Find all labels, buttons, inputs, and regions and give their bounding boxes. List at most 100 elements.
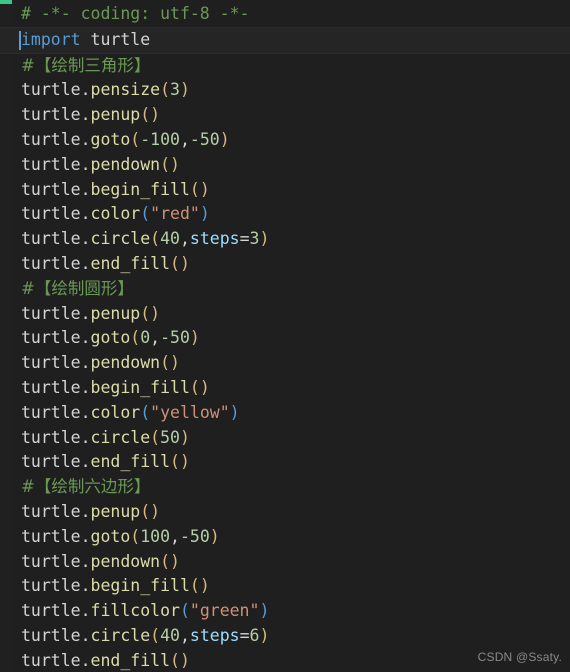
token-p2: ( [140,204,151,224]
token-id: turtle [21,526,81,546]
token-fn: begin_fill [90,576,190,596]
token-op: . [80,650,91,670]
token-p: ) [170,154,180,174]
token-id: turtle [21,427,81,447]
code-line[interactable]: turtle.pendown() [0,351,570,376]
code-line[interactable]: #【绘制圆形】 [0,277,570,302]
token-p: ( [189,377,200,397]
code-line[interactable]: turtle.goto(0,-50) [0,326,570,351]
code-line[interactable]: #【绘制六边形】 [0,475,570,500]
token-op: . [80,303,91,323]
token-s: "red" [150,204,200,224]
token-p: ( [130,328,141,348]
token-p: ( [150,427,161,447]
token-op: . [80,328,91,348]
token-fn: goto [90,526,131,546]
code-line[interactable]: turtle.begin_fill() [0,178,570,203]
token-fn: circle [90,625,151,645]
code-line[interactable]: turtle.color("red") [0,202,570,227]
token-s: "yellow" [150,402,230,422]
token-n: 3 [249,229,260,249]
code-line[interactable]: turtle.penup() [0,500,570,525]
token-p: ) [179,427,190,447]
token-id: turtle [21,80,81,100]
token-op: . [80,154,91,174]
token-op: = [239,625,250,645]
token-op: . [80,625,91,645]
token-fn: color [90,402,141,422]
token-p: ( [130,526,141,546]
token-op: . [80,526,91,546]
code-line[interactable]: turtle.fillcolor("green") [0,599,570,624]
token-p: ( [140,501,151,521]
token-p: ( [170,452,180,472]
token-p: ( [160,154,171,174]
code-line[interactable]: turtle.pendown() [0,550,570,575]
code-line[interactable]: # -*- coding: utf-8 -*- [0,2,570,27]
token-p: ) [170,551,180,571]
token-p: ) [179,452,190,472]
code-line[interactable]: turtle.penup() [0,302,570,327]
token-op: , [179,625,190,645]
code-line[interactable]: turtle.end_fill() [0,450,570,475]
token-op: , [179,229,190,249]
token-p: ( [160,80,171,100]
token-p: ( [130,129,141,149]
token-s: "green" [189,601,260,621]
code-line[interactable]: turtle.goto(100,-50) [0,525,570,550]
token-n: -100 [140,129,180,149]
code-line[interactable]: turtle.goto(-100,-50) [0,128,570,153]
token-id: turtle [21,328,81,348]
token-pv: steps [189,625,240,645]
token-p: ( [160,551,171,571]
token-p: ( [189,179,200,199]
token-p: ( [150,625,161,645]
token-fn: color [90,204,141,224]
token-op: . [80,601,91,621]
token-p: ) [199,377,210,397]
token-p: ) [179,650,190,670]
code-line[interactable]: #【绘制三角形】 [0,54,570,79]
code-line[interactable]: import turtle [0,26,570,54]
code-content[interactable]: # -*- coding: utf-8 -*- import turtle #【绘制… [0,0,570,672]
code-line[interactable]: turtle.circle(50) [0,426,570,451]
token-id: turtle [21,179,81,199]
token-id: turtle [21,551,81,571]
token-id: turtle [21,204,81,224]
token-op: . [80,179,91,199]
token-id: turtle [21,303,81,323]
code-line[interactable]: turtle.pensize(3) [0,78,570,103]
token-op: = [239,229,250,249]
code-line[interactable]: turtle.end_fill() [0,252,570,277]
code-editor[interactable]: # -*- coding: utf-8 -*- import turtle #【绘制… [0,0,570,672]
token-op: . [80,402,91,422]
code-line[interactable]: turtle.circle(40,steps=6) [0,624,570,649]
token-p: ( [140,105,151,125]
token-p2: ) [229,402,240,422]
token-fn: begin_fill [90,179,190,199]
token-c: #【绘制三角形】 [21,55,151,75]
token-fn: penup [90,303,141,323]
token-n: 40 [160,625,180,645]
token-id: turtle [21,625,81,645]
token-n: 0 [140,328,151,348]
token-n: 50 [160,427,180,447]
token-id: turtle [21,501,81,521]
code-line[interactable]: turtle.color("yellow") [0,401,570,426]
code-line[interactable]: turtle.penup() [0,103,570,128]
code-line[interactable]: turtle.begin_fill() [0,574,570,599]
code-line[interactable]: turtle.begin_fill() [0,376,570,401]
token-id: turtle [21,402,81,422]
code-line[interactable]: turtle.pendown() [0,153,570,178]
token-id: turtle [21,377,81,397]
token-p: ) [179,80,190,100]
token-p: ) [259,229,270,249]
token-fn: circle [90,427,151,447]
token-p: ) [150,105,161,125]
token-p: ) [150,501,161,521]
token-p2: ) [199,204,210,224]
token-kw: import [21,29,81,49]
token-op: , [170,526,180,546]
token-id: turtle [21,229,81,249]
code-line[interactable]: turtle.circle(40,steps=3) [0,227,570,252]
